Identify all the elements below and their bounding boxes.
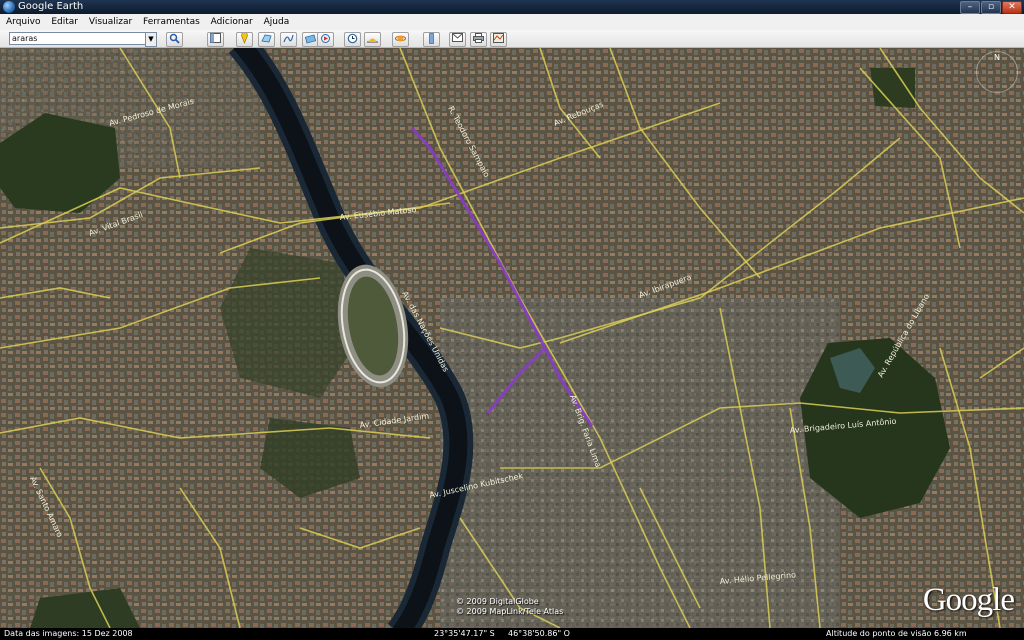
status-bar: Data das imagens: 15 Dez 2008 23°35'47.1… bbox=[0, 628, 1024, 640]
history-icon[interactable] bbox=[344, 32, 361, 47]
polygon-icon[interactable] bbox=[258, 32, 275, 47]
maximize-button[interactable]: ▫ bbox=[981, 1, 1001, 14]
sidebar-icon[interactable] bbox=[207, 32, 224, 47]
google-earth-icon bbox=[3, 1, 15, 13]
maps-icon[interactable] bbox=[490, 32, 507, 47]
longitude-readout: 46°38'50.86" O bbox=[508, 629, 570, 638]
print-icon[interactable] bbox=[470, 32, 487, 47]
toolbar: araras ▼ bbox=[0, 30, 1024, 48]
imagery-copyright: © 2009 DigitalGlobe © 2009 MapLink/Tele … bbox=[456, 597, 563, 617]
minimize-button[interactable]: – bbox=[960, 1, 980, 14]
planets-icon[interactable] bbox=[392, 32, 409, 47]
imagery-date: Data das imagens: 15 Dez 2008 bbox=[4, 629, 133, 638]
latitude-readout: 23°35'47.17" S bbox=[434, 629, 495, 638]
menu-visualizar[interactable]: Visualizar bbox=[85, 14, 136, 30]
window-controls: – ▫ ✕ bbox=[960, 1, 1022, 14]
satellite-map[interactable]: Av. Eusébio Matoso R. Teodoro Sampaio Av… bbox=[0, 48, 1024, 628]
menu-bar: Arquivo Editar Visualizar Ferramentas Ad… bbox=[0, 14, 1024, 30]
google-logo: Google bbox=[922, 582, 1015, 618]
search-dropdown-button[interactable]: ▼ bbox=[145, 32, 157, 47]
placemark-icon[interactable] bbox=[236, 32, 253, 47]
compass-control[interactable]: N bbox=[976, 51, 1018, 93]
menu-arquivo[interactable]: Arquivo bbox=[0, 14, 44, 30]
close-button[interactable]: ✕ bbox=[1002, 1, 1022, 14]
window-title: Google Earth bbox=[18, 1, 84, 12]
copyright-line: © 2009 DigitalGlobe bbox=[456, 597, 539, 606]
search-icon[interactable] bbox=[166, 32, 183, 47]
ruler-icon[interactable] bbox=[423, 32, 440, 47]
map-view[interactable]: Av. Eusébio Matoso R. Teodoro Sampaio Av… bbox=[0, 48, 1024, 628]
menu-adicionar[interactable]: Adicionar bbox=[207, 14, 257, 30]
menu-ferramentas[interactable]: Ferramentas bbox=[139, 14, 204, 30]
tour-icon[interactable] bbox=[317, 32, 334, 47]
compass-north-label: N bbox=[994, 53, 1000, 62]
copyright-line: © 2009 MapLink/Tele Atlas bbox=[456, 607, 564, 616]
sun-icon[interactable] bbox=[364, 32, 381, 47]
title-bar: Google Earth – ▫ ✕ bbox=[0, 0, 1024, 14]
menu-ajuda[interactable]: Ajuda bbox=[260, 14, 294, 30]
altitude-readout: Altitude do ponto de visão 6.96 km bbox=[826, 629, 967, 638]
menu-editar[interactable]: Editar bbox=[47, 14, 82, 30]
search-input[interactable]: araras bbox=[9, 32, 151, 45]
path-icon[interactable] bbox=[280, 32, 297, 47]
email-icon[interactable] bbox=[449, 32, 466, 47]
